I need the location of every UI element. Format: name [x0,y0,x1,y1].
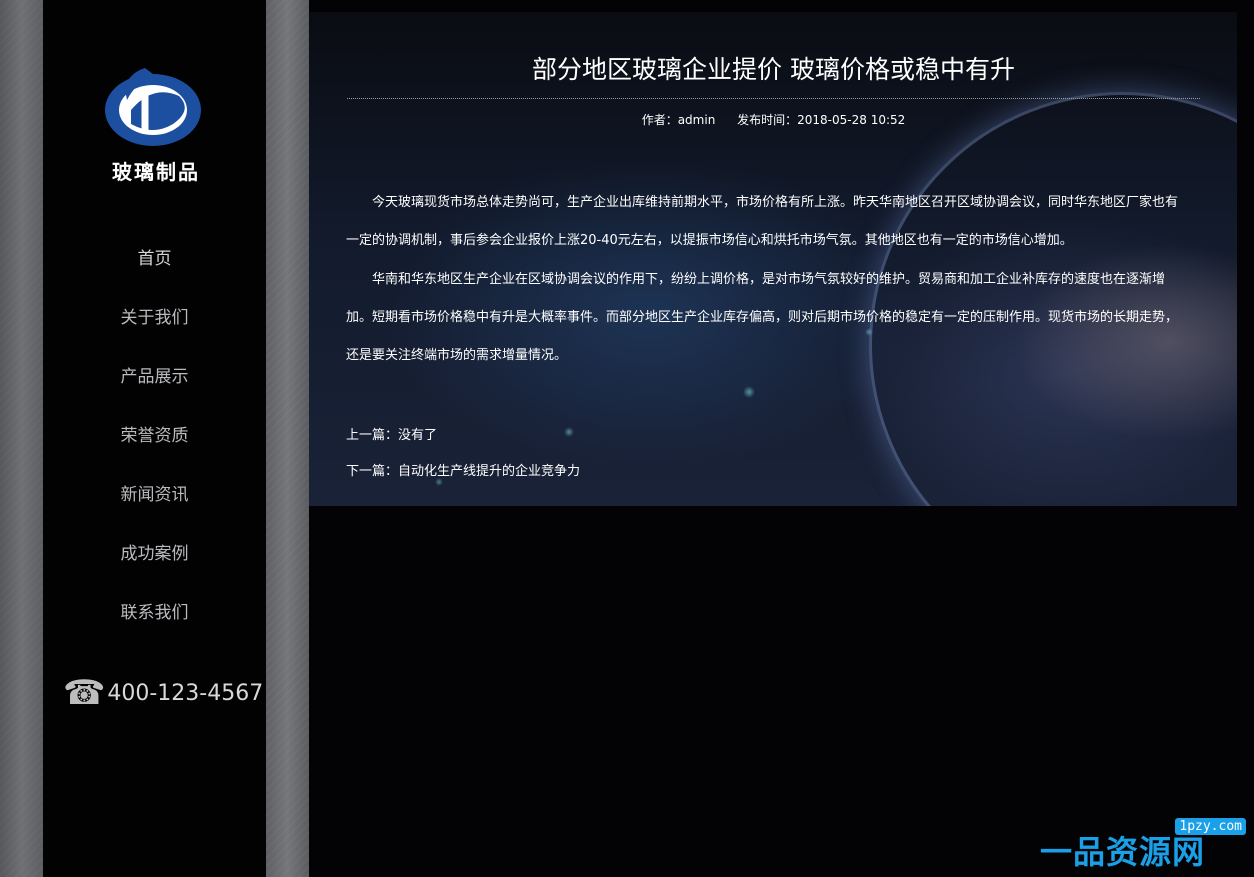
logo-text: 玻璃制品 [112,160,200,184]
nav-item-home[interactable]: 首页 [43,230,266,289]
article-paragraph-2: 华南和华东地区生产企业在区域协调会议的作用下，纷纷上调价格，是对市场气氛较好的维… [346,272,1179,363]
title-divider [347,98,1200,99]
nav-item-contact[interactable]: 联系我们 [43,584,266,643]
nav-item-products[interactable]: 产品展示 [43,348,266,407]
article-meta: 作者：admin 发布时间：2018-05-28 10:52 [347,112,1200,128]
next-article-link[interactable]: 下一篇：自动化生产线提升的企业竞争力 [346,454,580,490]
sidebar: 玻璃制品 首页 关于我们 产品展示 荣誉资质 新闻资讯 成功案例 联系我们 ☎ … [43,0,266,877]
phone-number: 400-123-4567 [107,680,264,706]
nav-item-cases[interactable]: 成功案例 [43,525,266,584]
phone-icon: ☎ [63,673,106,713]
watermark-text: 一品资源网 [1040,833,1206,871]
nav-item-about[interactable]: 关于我们 [43,289,266,348]
article-publish-time: 发布时间：2018-05-28 10:52 [737,113,906,127]
main-nav: 首页 关于我们 产品展示 荣誉资质 新闻资讯 成功案例 联系我们 [43,230,266,643]
article-author: 作者：admin [641,113,716,127]
phone-contact: ☎ 400-123-4567 [63,676,263,710]
nav-item-honors[interactable]: 荣誉资质 [43,407,266,466]
sidebar-edge-strip [266,0,309,877]
nav-item-news[interactable]: 新闻资讯 [43,466,266,525]
article-body: 今天玻璃现货市场总体走势尚可，生产企业出库维持前期水平，市场价格有所上涨。昨天华… [346,184,1188,376]
article-pagination: 上一篇：没有了 下一篇：自动化生产线提升的企业竞争力 [346,418,580,490]
article-title: 部分地区玻璃企业提价 玻璃价格或稳中有升 [532,55,1015,84]
page: 玻璃制品 首页 关于我们 产品展示 荣誉资质 新闻资讯 成功案例 联系我们 ☎ … [0,0,1254,877]
article-panel: 部分地区玻璃企业提价 玻璃价格或稳中有升 作者：admin 发布时间：2018-… [309,12,1237,506]
site-logo[interactable]: 玻璃制品 [101,66,211,186]
logo-emblem-icon [105,68,201,146]
article-paragraph-1: 今天玻璃现货市场总体走势尚可，生产企业出库维持前期水平，市场价格有所上涨。昨天华… [346,195,1179,248]
watermark: 1pzy.com 一品资源网 [1040,818,1250,874]
prev-article-link[interactable]: 上一篇：没有了 [346,418,580,454]
